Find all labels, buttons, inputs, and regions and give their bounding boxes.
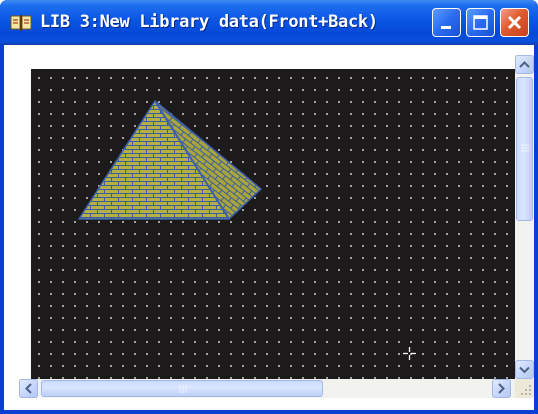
vertical-scrollbar[interactable]	[515, 55, 534, 379]
grip-icon	[179, 385, 187, 393]
title-bar[interactable]: LIB 3:New Library data(Front+Back)	[0, 0, 538, 45]
canvas-margin	[4, 45, 515, 379]
window-title: LIB 3:New Library data(Front+Back)	[40, 12, 378, 32]
vertical-scroll-thumb[interactable]	[516, 77, 533, 221]
minimize-icon	[441, 26, 451, 29]
arrow-down-icon	[519, 366, 530, 374]
minimize-button[interactable]	[432, 8, 461, 37]
arrow-up-icon	[519, 61, 530, 68]
client-area	[4, 45, 534, 410]
library-window: LIB 3:New Library data(Front+Back)	[0, 0, 538, 414]
scroll-left-button[interactable]	[19, 379, 38, 398]
maximize-button[interactable]	[466, 8, 495, 37]
close-icon	[507, 15, 522, 30]
resize-grip-icon	[521, 385, 531, 395]
library-book-icon[interactable]	[10, 14, 32, 32]
drawing-canvas[interactable]	[31, 69, 515, 379]
close-button[interactable]	[500, 8, 529, 37]
maximize-icon	[473, 15, 488, 30]
scroll-right-button[interactable]	[492, 379, 511, 398]
resize-grip[interactable]	[515, 379, 534, 398]
horizontal-scrollbar[interactable]	[19, 379, 515, 398]
arrow-right-icon	[498, 383, 505, 394]
scroll-up-button[interactable]	[515, 55, 534, 74]
crosshair-cursor	[403, 347, 416, 360]
arrow-left-icon	[25, 383, 32, 394]
scroll-down-button[interactable]	[515, 360, 534, 379]
grip-icon	[521, 144, 529, 152]
pyramid-shape[interactable]	[31, 69, 515, 379]
horizontal-scroll-thumb[interactable]	[41, 380, 323, 397]
